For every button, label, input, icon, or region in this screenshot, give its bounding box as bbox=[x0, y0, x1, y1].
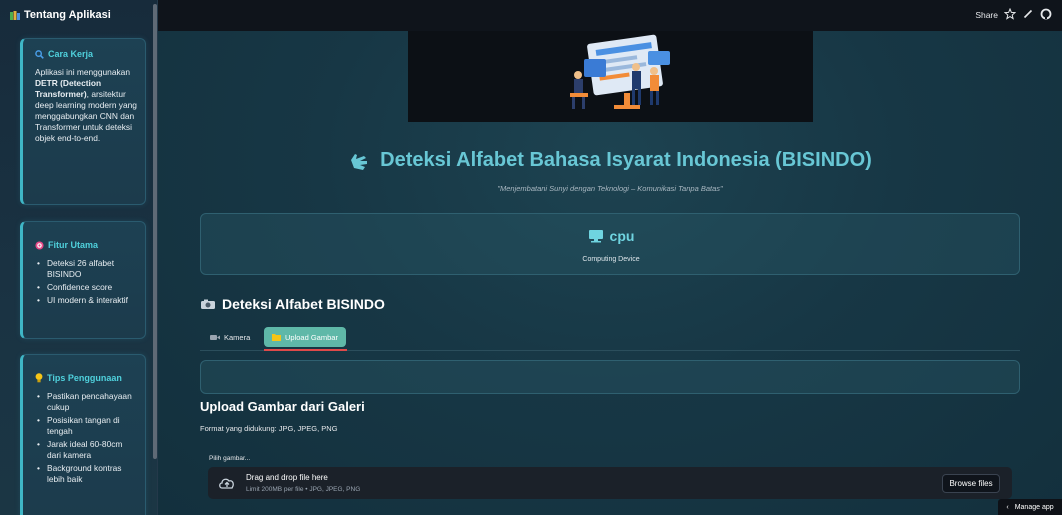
folder-icon bbox=[272, 334, 281, 341]
card-heading: Cara Kerja bbox=[35, 49, 137, 59]
sidebar-scrollbar[interactable] bbox=[153, 4, 157, 459]
device-label: Computing Device bbox=[582, 256, 640, 263]
sidebar-title-text: Tentang Aplikasi bbox=[24, 9, 111, 21]
dropzone-limit: Limit 200MB per file • JPG, JPEG, PNG bbox=[246, 486, 361, 493]
main-content: Share Deteksi Alfabet Bahasa Isyarat Ind… bbox=[158, 0, 1062, 515]
browse-files-button[interactable]: Browse files bbox=[942, 474, 1000, 493]
feature-list: Deteksi 26 alfabet BISINDO Confidence sc… bbox=[35, 258, 137, 306]
supported-formats-text: Format yang didukung: JPG, JPEG, PNG bbox=[200, 424, 338, 433]
list-item: Confidence score bbox=[35, 282, 137, 293]
sidebar-title: Tentang Aplikasi bbox=[10, 9, 111, 21]
chevron-left-icon: ‹ bbox=[1006, 503, 1009, 511]
file-uploader-label: Pilih gambar... bbox=[209, 455, 251, 462]
list-item: Background kontras lebih baik bbox=[35, 463, 137, 485]
dropzone-instruction: Drag and drop file here bbox=[246, 473, 328, 482]
list-item: Deteksi 26 alfabet BISINDO bbox=[35, 258, 137, 280]
device-info-card: cpu Computing Device bbox=[200, 213, 1020, 275]
hero-illustration bbox=[408, 31, 813, 122]
upload-heading: Upload Gambar dari Galeri bbox=[200, 399, 365, 414]
top-toolbar: Share bbox=[158, 0, 1062, 31]
list-item: Jarak ideal 60-80cm dari kamera bbox=[35, 439, 137, 461]
page-subtitle: "Menjembatani Sunyi dengan Teknologi – K… bbox=[497, 184, 723, 193]
cloud-upload-icon bbox=[219, 478, 234, 489]
tab-bar: Kamera Upload Gambar bbox=[200, 325, 1020, 351]
camera-icon bbox=[201, 299, 215, 309]
magnifier-icon bbox=[35, 49, 44, 59]
list-item: UI modern & interaktif bbox=[35, 295, 137, 306]
card-text: Aplikasi ini menggunakan DETR (Detection… bbox=[35, 67, 137, 143]
device-name: cpu bbox=[201, 228, 1021, 244]
section-heading: Deteksi Alfabet BISINDO bbox=[200, 296, 385, 312]
desktop-computer-icon bbox=[588, 230, 603, 243]
waving-hand-icon bbox=[351, 153, 368, 170]
card-fitur-utama: Fitur Utama Deteksi 26 alfabet BISINDO C… bbox=[20, 221, 146, 339]
info-panel bbox=[200, 360, 1020, 394]
page-title: Deteksi Alfabet Bahasa Isyarat Indonesia… bbox=[158, 149, 1062, 172]
github-icon[interactable] bbox=[1040, 8, 1052, 20]
tab-upload-gambar[interactable]: Upload Gambar bbox=[264, 327, 346, 347]
books-icon bbox=[10, 10, 20, 20]
share-button[interactable]: Share bbox=[975, 10, 998, 20]
active-tab-indicator bbox=[264, 349, 347, 351]
tips-list: Pastikan pencahayaan cukup Posisikan tan… bbox=[35, 391, 137, 485]
card-heading: Fitur Utama bbox=[35, 240, 137, 250]
video-camera-icon bbox=[210, 334, 220, 340]
list-item: Posisikan tangan di tengah bbox=[35, 415, 137, 437]
card-tips: Tips Penggunaan Pastikan pencahayaan cuk… bbox=[20, 354, 146, 515]
card-heading: Tips Penggunaan bbox=[35, 373, 137, 383]
lightbulb-icon bbox=[35, 373, 43, 383]
target-icon bbox=[35, 240, 44, 250]
tab-kamera[interactable]: Kamera bbox=[202, 327, 258, 347]
manage-app-button[interactable]: ‹ Manage app bbox=[998, 499, 1062, 515]
list-item: Pastikan pencahayaan cukup bbox=[35, 391, 137, 413]
file-dropzone[interactable]: Drag and drop file here Limit 200MB per … bbox=[208, 467, 1012, 499]
sidebar: Tentang Aplikasi Cara Kerja Aplikasi ini… bbox=[0, 0, 158, 515]
edit-pencil-icon[interactable] bbox=[1022, 8, 1034, 20]
card-cara-kerja: Cara Kerja Aplikasi ini menggunakan DETR… bbox=[20, 38, 146, 205]
star-icon[interactable] bbox=[1004, 8, 1016, 20]
team-dashboard-illustration bbox=[570, 34, 670, 109]
